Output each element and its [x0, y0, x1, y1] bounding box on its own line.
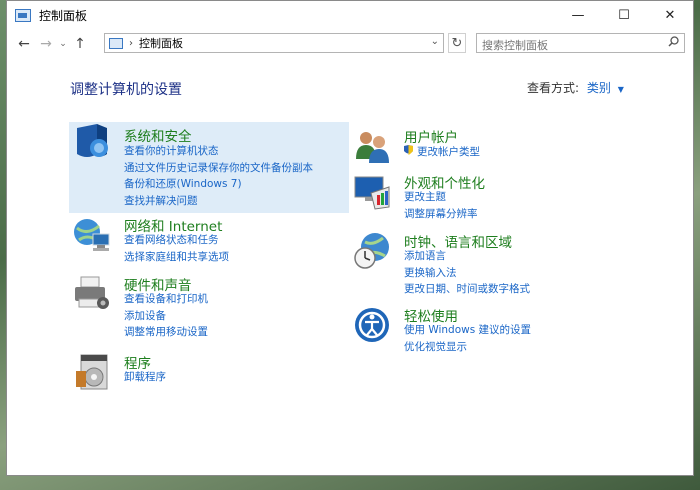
- hardware-sound-icon: [75, 276, 109, 309]
- ease-of-access-icon: [355, 308, 389, 342]
- category-user-accounts[interactable]: 用户帐户 更改帐户类型: [349, 125, 649, 165]
- user-accounts-icon: [356, 132, 389, 163]
- close-button[interactable]: ✕: [647, 1, 693, 29]
- view-by-caret-icon[interactable]: ▼: [618, 85, 624, 94]
- link-change-date-format[interactable]: 更改日期、时间或数字格式: [404, 281, 530, 298]
- link-change-account-type[interactable]: 更改帐户类型: [403, 144, 480, 161]
- link-mobility-settings[interactable]: 调整常用移动设置: [124, 324, 208, 341]
- control-panel-app-icon: [15, 8, 31, 22]
- view-by: 查看方式: 类别 ▼: [527, 79, 624, 96]
- view-by-dropdown[interactable]: 类别: [587, 81, 611, 95]
- search-icon[interactable]: [668, 36, 679, 50]
- control-panel-window: 控制面板 — ☐ ✕ ← → ⌄ ↑ › 控制面板 ⌄ ↻ 调整计算机的设置 查…: [6, 0, 694, 476]
- baidu-watermark: Baidu经验: [530, 418, 666, 448]
- link-homegroup-sharing[interactable]: 选择家庭组和共享选项: [124, 249, 229, 266]
- window-title: 控制面板: [39, 8, 88, 23]
- link-troubleshoot[interactable]: 查找并解决问题: [124, 193, 313, 210]
- minimize-button[interactable]: —: [555, 1, 601, 29]
- clock-region-icon: [354, 233, 389, 269]
- link-file-history-backup[interactable]: 通过文件历史记录保存你的文件备份副本: [124, 160, 313, 177]
- search-box[interactable]: [476, 33, 685, 56]
- address-dropdown-chevron-icon[interactable]: ⌄: [431, 36, 439, 47]
- search-input[interactable]: [477, 35, 664, 56]
- category-title-system-security[interactable]: 系统和安全: [124, 125, 192, 145]
- baidu-watermark-url: jingyan.baidu.com: [545, 451, 647, 464]
- page-title: 调整计算机的设置: [70, 82, 182, 98]
- link-windows-recommended-settings[interactable]: 使用 Windows 建议的设置: [404, 322, 531, 339]
- link-add-language[interactable]: 添加语言: [404, 248, 530, 265]
- appearance-icon: [354, 176, 390, 210]
- category-hardware-sound[interactable]: 硬件和声音 查看设备和打印机 添加设备 调整常用移动设置: [69, 273, 349, 339]
- up-arrow-icon[interactable]: ↑: [69, 33, 91, 55]
- link-backup-restore[interactable]: 备份和还原(Windows 7): [124, 176, 313, 193]
- programs-icon: [76, 354, 108, 390]
- title-bar: 控制面板 — ☐ ✕: [7, 1, 693, 29]
- address-bar[interactable]: › 控制面板 ⌄: [104, 33, 444, 53]
- category-system-security[interactable]: 系统和安全 查看你的计算机状态 通过文件历史记录保存你的文件备份副本 备份和还原…: [69, 122, 349, 213]
- uac-shield-icon: [404, 145, 413, 155]
- link-adjust-resolution[interactable]: 调整屏幕分辨率: [404, 206, 478, 223]
- link-optimize-visual-display[interactable]: 优化视觉显示: [404, 339, 531, 356]
- link-change-account-type-label[interactable]: 更改帐户类型: [417, 146, 480, 158]
- category-title-user-accounts[interactable]: 用户帐户: [404, 126, 458, 146]
- back-arrow-icon[interactable]: ←: [13, 33, 35, 55]
- link-change-theme[interactable]: 更改主题: [404, 189, 478, 206]
- category-network-internet[interactable]: 网络和 Internet 查看网络状态和任务 选择家庭组和共享选项: [69, 214, 349, 264]
- breadcrumb-separator[interactable]: ›: [129, 38, 133, 49]
- category-programs[interactable]: 程序 卸载程序: [69, 351, 349, 391]
- breadcrumb-control-panel[interactable]: 控制面板: [139, 35, 183, 51]
- network-icon: [74, 219, 110, 251]
- link-devices-printers[interactable]: 查看设备和打印机: [124, 291, 208, 308]
- link-uninstall-program[interactable]: 卸载程序: [124, 369, 166, 386]
- refresh-icon[interactable]: ↻: [448, 33, 466, 53]
- category-ease-of-access[interactable]: 轻松使用 使用 Windows 建议的设置 优化视觉显示: [349, 304, 649, 354]
- link-network-status[interactable]: 查看网络状态和任务: [124, 232, 229, 249]
- category-clock-region[interactable]: 时钟、语言和区域 添加语言 更换输入法 更改日期、时间或数字格式: [349, 230, 649, 296]
- system-security-icon: [77, 124, 108, 157]
- recent-locations-chevron-icon[interactable]: ⌄: [57, 39, 69, 49]
- category-appearance[interactable]: 外观和个性化 更改主题 调整屏幕分辨率: [349, 171, 649, 221]
- maximize-button[interactable]: ☐: [601, 1, 647, 29]
- forward-arrow-icon[interactable]: →: [35, 33, 57, 55]
- view-by-label: 查看方式:: [527, 81, 580, 95]
- link-view-computer-status[interactable]: 查看你的计算机状态: [124, 143, 313, 160]
- link-change-input-method[interactable]: 更换输入法: [404, 265, 530, 282]
- control-panel-address-icon: [109, 37, 123, 49]
- link-add-device[interactable]: 添加设备: [124, 308, 208, 325]
